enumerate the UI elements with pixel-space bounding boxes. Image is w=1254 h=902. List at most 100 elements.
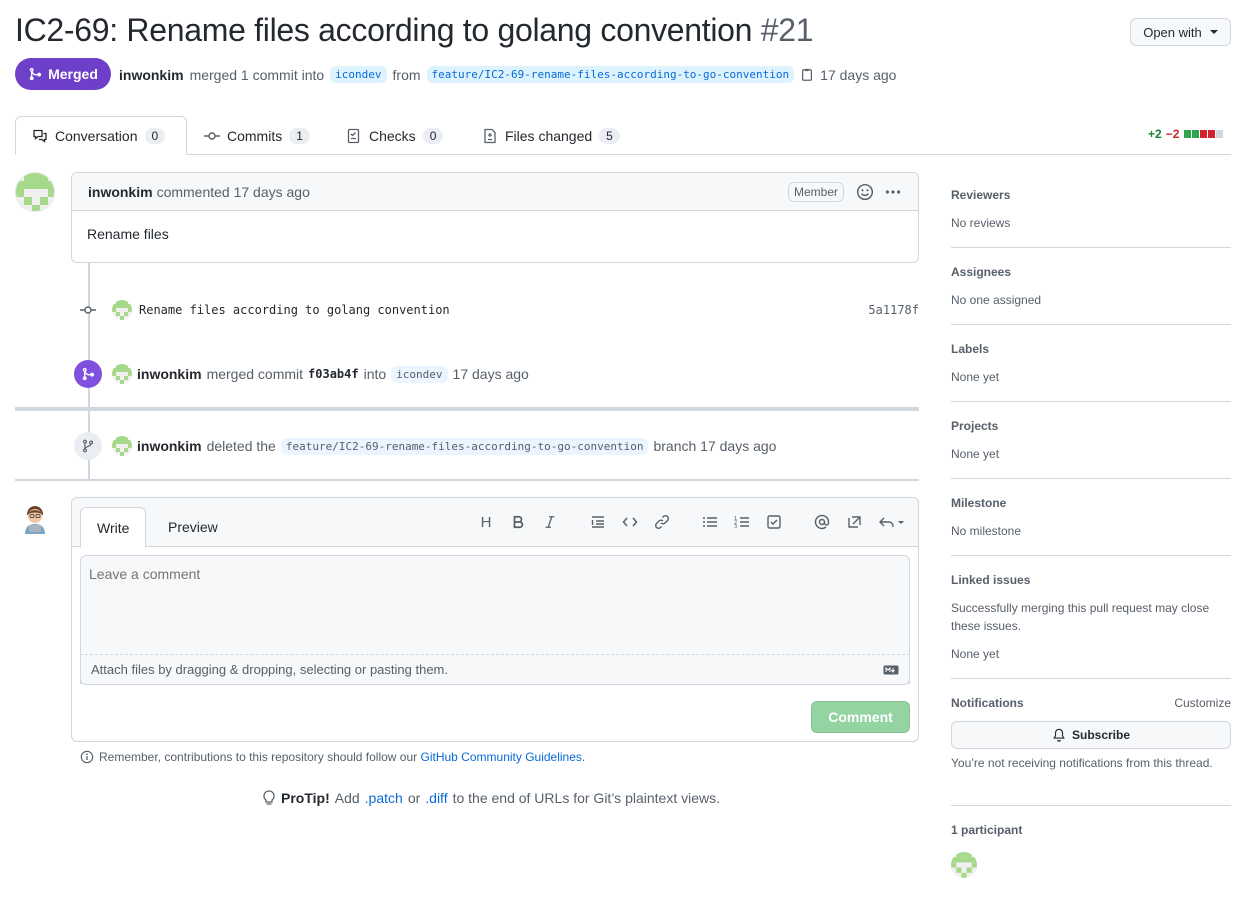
member-badge: Member [787, 181, 844, 202]
link-icon[interactable] [653, 513, 671, 531]
sidebar-labels[interactable]: Labels None yet [951, 342, 1231, 386]
guidelines-notice: Remember, contributions to this reposito… [80, 750, 585, 764]
sidebar-value: None yet [951, 447, 1000, 461]
deleted-branch: feature/IC2-69-rename-files-according-to… [280, 437, 649, 455]
avatar[interactable] [15, 172, 55, 212]
identicon-icon [112, 436, 132, 456]
sidebar-title: Projects [951, 419, 999, 433]
base-branch[interactable]: icondev [330, 66, 387, 83]
protip: ProTip! Add .patch or .diff to the end o… [262, 790, 720, 806]
participant-avatar[interactable] [951, 852, 977, 878]
tab-checks[interactable]: Checks 0 [330, 116, 459, 155]
sidebar-desc: You’re not receiving notifications from … [951, 756, 1213, 770]
open-with-button[interactable]: Open with [1130, 18, 1231, 46]
preview-tab-label: Preview [168, 519, 218, 535]
deletions-count: −2 [1165, 127, 1180, 141]
smiley-icon[interactable] [856, 183, 874, 201]
timeline-separator [15, 407, 919, 411]
notifications-desc: You’re not receiving notifications from … [951, 742, 1231, 772]
event-text: merged commit [206, 366, 304, 382]
merge-target-branch[interactable]: icondev [391, 365, 448, 383]
sidebar-participants: 1 participant [951, 823, 1231, 837]
pr-author-link[interactable]: inwonkim [119, 67, 184, 83]
sidebar-title: Reviewers [951, 188, 1011, 202]
protip-text: Add [334, 790, 360, 806]
tab-files-changed[interactable]: Files changed 5 [466, 116, 636, 155]
commit-row: Rename files according to golang convent… [80, 300, 919, 320]
diff-link[interactable]: .diff [425, 790, 447, 806]
sidebar-linked-issues[interactable]: Linked issues Successfully merging this … [951, 573, 1231, 663]
sidebar-value: None yet [951, 370, 1000, 384]
remember-text: Remember, contributions to this reposito… [99, 750, 418, 764]
merge-text: merged 1 commit into [189, 66, 325, 83]
unordered-list-icon[interactable] [701, 513, 719, 531]
heading-icon[interactable]: H [477, 513, 495, 531]
avatar[interactable] [112, 364, 132, 384]
period: . [581, 750, 586, 764]
merged-status-badge: Merged [15, 58, 111, 90]
quote-icon[interactable] [589, 513, 607, 531]
pr-title: IC2-69: Rename files according to golang… [15, 12, 814, 49]
protip-text: to the end of URLs for Git’s plaintext v… [452, 790, 720, 806]
patch-link[interactable]: .patch [365, 790, 403, 806]
write-tab[interactable]: Write [80, 507, 147, 548]
diffstat: +2 −2 [1148, 127, 1224, 141]
sidebar-divider [951, 324, 1231, 325]
merged-label: Merged [48, 66, 98, 82]
pr-meta: inwonkim merged 1 commit into icondev fr… [119, 66, 896, 83]
tab-conversation[interactable]: Conversation 0 [15, 116, 187, 155]
info-icon [80, 750, 94, 764]
task-list-icon[interactable] [765, 513, 783, 531]
event-author[interactable]: inwonkim [137, 438, 202, 454]
ordered-list-icon[interactable]: 123 [733, 513, 751, 531]
comment-author[interactable]: inwonkim [88, 184, 153, 200]
markdown-icon[interactable] [883, 665, 899, 675]
bold-icon[interactable] [509, 513, 527, 531]
tab-label: Checks [369, 127, 416, 144]
pr-title-text: IC2-69: Rename files according to golang… [15, 12, 753, 48]
write-tab-label: Write [97, 519, 130, 536]
attach-files-bar[interactable]: Attach files by dragging & dropping, sel… [80, 654, 910, 685]
avatar[interactable] [112, 436, 132, 456]
sidebar-notifications-header: Notifications Customize [951, 696, 1231, 710]
comment-discussion-icon [33, 129, 47, 143]
tab-commits[interactable]: Commits 1 [188, 116, 326, 155]
customize-link[interactable]: Customize [1174, 696, 1231, 710]
head-branch[interactable]: feature/IC2-69-rename-files-according-to… [426, 66, 795, 83]
tab-label: Files changed [505, 127, 593, 144]
identicon-icon [112, 300, 132, 320]
commit-sha[interactable]: 5a1178f [868, 303, 919, 317]
comment-action: commented 17 days ago [156, 183, 310, 200]
sidebar-value: No milestone [951, 524, 1022, 538]
sidebar-milestone[interactable]: Milestone No milestone [951, 496, 1231, 540]
avatar[interactable] [112, 300, 132, 320]
community-guidelines-link[interactable]: GitHub Community Guidelines [421, 750, 582, 764]
merge-event: inwonkim merged commit f03ab4f into icon… [112, 364, 529, 384]
commit-message[interactable]: Rename files according to golang convent… [139, 303, 450, 317]
sidebar-title: Assignees [951, 265, 1012, 279]
cross-reference-icon[interactable] [845, 513, 863, 531]
code-icon[interactable] [621, 513, 639, 531]
sidebar-title: Labels [951, 342, 990, 356]
event-author[interactable]: inwonkim [137, 366, 202, 382]
attach-text: Attach files by dragging & dropping, sel… [91, 662, 448, 677]
italic-icon[interactable] [541, 513, 559, 531]
sidebar-projects[interactable]: Projects None yet [951, 419, 1231, 463]
sidebar-assignees[interactable]: Assignees No one assigned [951, 265, 1231, 309]
sidebar-reviewers[interactable]: Reviewers No reviews [951, 188, 1231, 232]
preview-tab[interactable]: Preview [152, 507, 234, 547]
comment-button[interactable]: Comment [811, 701, 910, 733]
checklist-icon [347, 128, 360, 143]
tab-counter: 0 [144, 127, 166, 144]
mention-icon[interactable] [813, 513, 831, 531]
tab-counter: 5 [599, 127, 620, 144]
event-text: branch 17 days ago [653, 438, 777, 454]
sidebar-divider [951, 478, 1231, 479]
merge-commit-sha[interactable]: f03ab4f [308, 367, 359, 381]
copy-icon[interactable] [800, 68, 814, 82]
comment-header: inwonkim commented 17 days ago Member [72, 173, 918, 211]
event-time: 17 days ago [452, 366, 529, 382]
pr-number: #21 [760, 12, 814, 48]
reply-icon[interactable] [877, 513, 907, 531]
kebab-horizontal-icon[interactable] [884, 183, 902, 201]
